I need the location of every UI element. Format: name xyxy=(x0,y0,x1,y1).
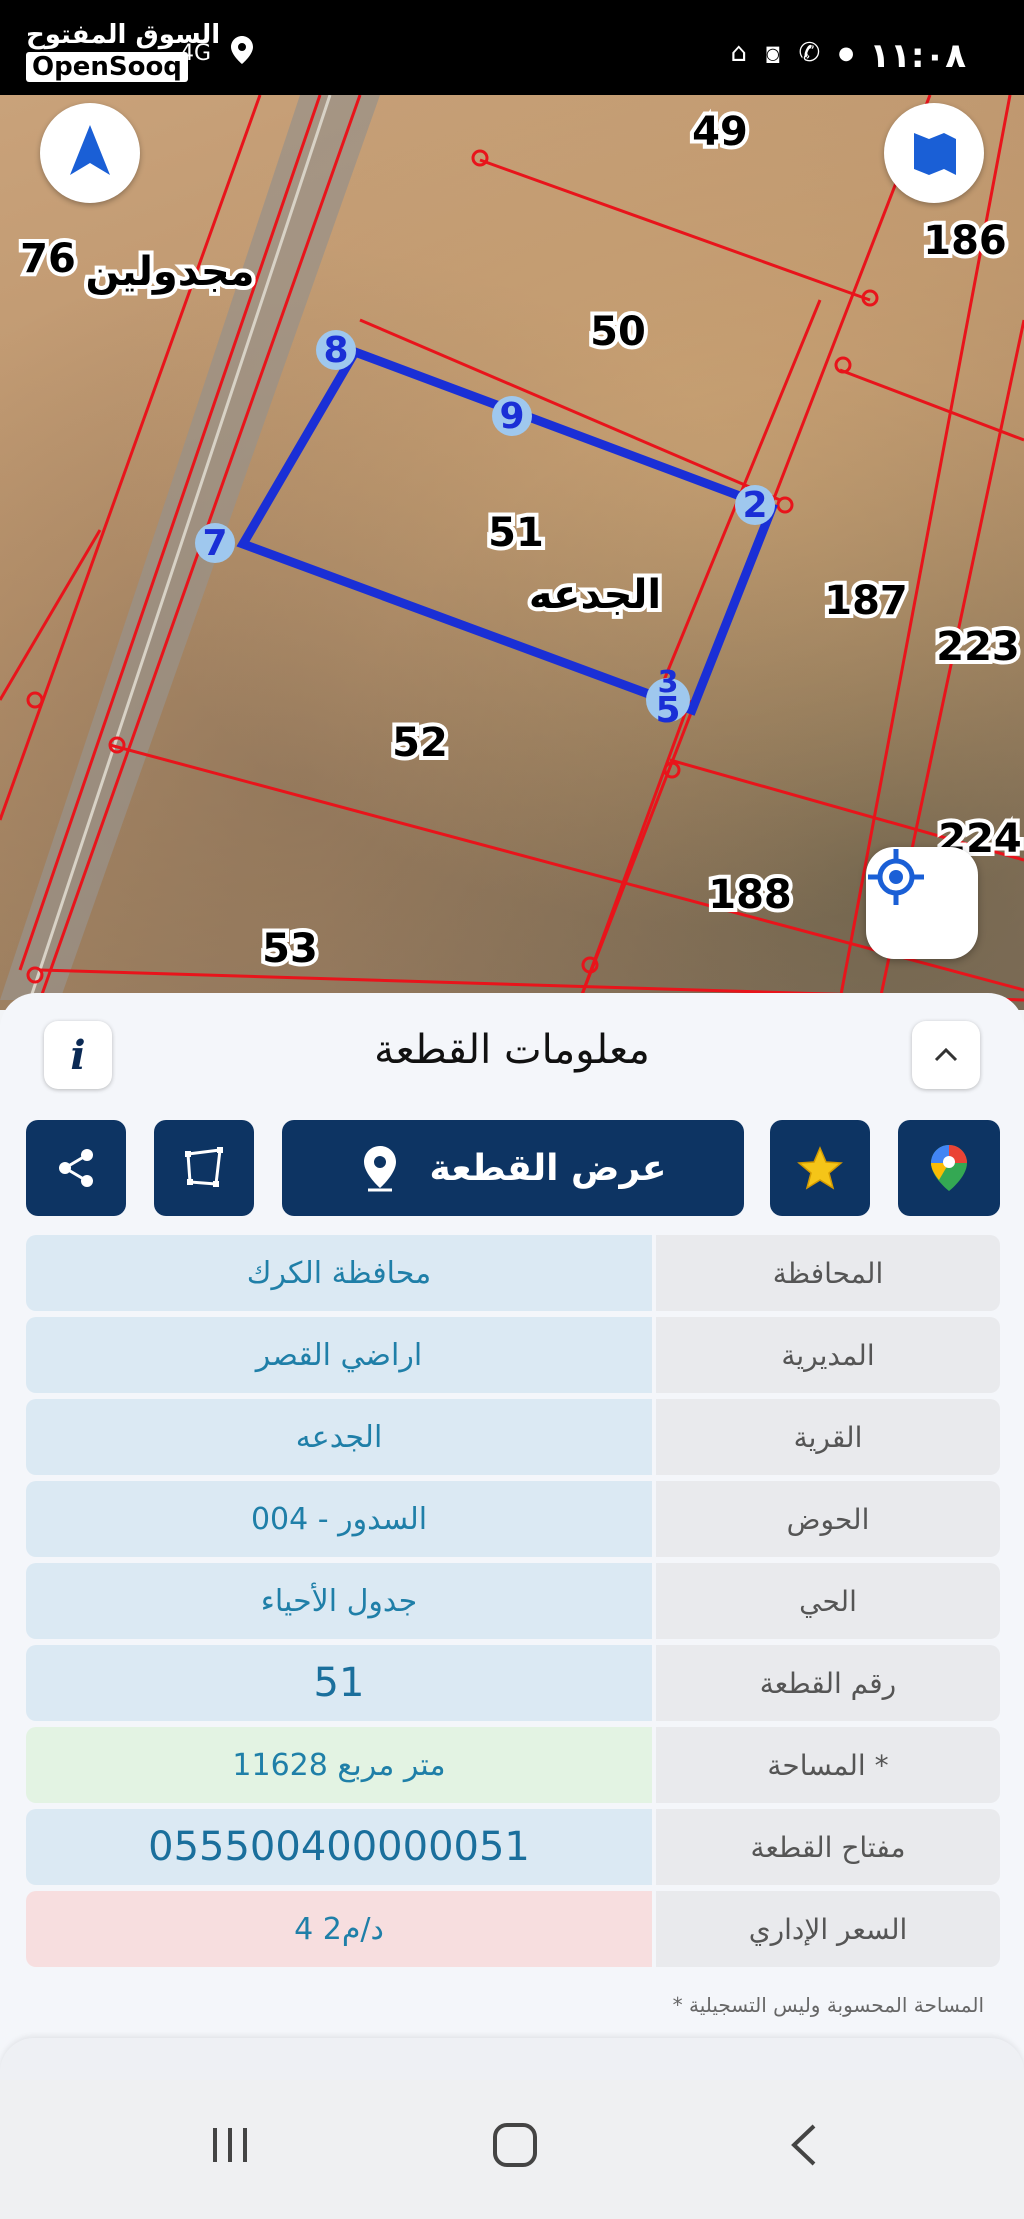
vertex-label: 8 xyxy=(323,330,348,371)
home-icon xyxy=(493,2123,537,2167)
whatsapp-icon: ✆ xyxy=(798,38,821,68)
north-compass-button[interactable] xyxy=(40,103,140,203)
collapse-button[interactable] xyxy=(912,1021,980,1089)
village-label: الجدعه xyxy=(529,572,661,618)
vertex-label: 9 xyxy=(499,396,524,437)
watermark-english: OpenSooq xyxy=(26,52,188,82)
parcel-number: 51 xyxy=(488,510,544,556)
share-icon xyxy=(59,1149,93,1187)
parcel-info-panel: i معلومات القطعة عرض القطعة محافظة الكرك… xyxy=(0,993,1024,2098)
parcel-number: 76 xyxy=(20,236,76,282)
my-location-button[interactable] xyxy=(866,847,978,959)
panel-title: معلومات القطعة xyxy=(374,1027,650,1073)
parcel-number: 188 xyxy=(708,872,792,918)
parcel-number: 52 xyxy=(392,720,448,766)
recent-apps-button[interactable] xyxy=(205,2120,255,2174)
opensooq-notification-icon: ◙ xyxy=(764,43,781,63)
opensooq-watermark: السوق المفتوح OpenSooq xyxy=(26,20,220,82)
row-basin: السدور - 004 الحوض xyxy=(26,1481,1000,1557)
row-neighborhood: جدول الأحياء الحي xyxy=(26,1563,1000,1639)
parcel-number: 186 xyxy=(923,218,1007,264)
watermark-arabic: السوق المفتوح xyxy=(26,20,221,50)
parcel-key-value: 055500400000051 xyxy=(26,1809,652,1885)
parcel-number: 50 xyxy=(590,309,646,355)
row-parcel-number: 51 رقم القطعة xyxy=(26,1645,1000,1721)
area-label: المساحة * xyxy=(656,1727,1000,1803)
satellite-map[interactable]: 8 9 2 7 3 5 76 49 50 186 51 187 223 52 2… xyxy=(0,95,1024,1010)
parcel-number: 49 xyxy=(692,109,748,155)
basin-label: الحوض xyxy=(656,1481,1000,1557)
boundary-vertex-markers: 8 9 2 7 3 5 xyxy=(195,330,775,731)
back-button[interactable] xyxy=(780,2120,830,2174)
map-layers-button[interactable] xyxy=(884,103,984,203)
favorite-button[interactable] xyxy=(770,1120,870,1216)
mosque-icon: ⌂ xyxy=(730,38,747,68)
vertex-label: 5 xyxy=(655,690,680,731)
status-clock: ١١:٠٨ xyxy=(869,36,966,76)
parcel-number: 223 xyxy=(936,624,1020,670)
neighborhood-value: جدول الأحياء xyxy=(26,1563,652,1639)
governorate-label: المحافظة xyxy=(656,1235,1000,1311)
back-icon xyxy=(791,2124,816,2166)
row-village: الجدعه القرية xyxy=(26,1399,1000,1475)
google-maps-icon xyxy=(931,1145,967,1191)
home-button[interactable] xyxy=(490,2120,540,2174)
navigation-arrow-icon xyxy=(70,125,110,175)
location-icon xyxy=(231,36,254,70)
chevron-up-icon xyxy=(934,1047,958,1062)
governorate-value: محافظة الكرك xyxy=(26,1235,652,1311)
parcel-number-value: 51 xyxy=(26,1645,652,1721)
measure-polygon-button[interactable] xyxy=(154,1120,254,1216)
row-admin-price: 4 د/م2 السعر الإداري xyxy=(26,1891,1000,1967)
vertex-label: 7 xyxy=(202,523,227,564)
parcel-number: 187 xyxy=(824,578,908,624)
show-parcel-button[interactable]: عرض القطعة xyxy=(282,1120,744,1216)
admin-price-value: 4 د/م2 xyxy=(26,1891,652,1967)
crosshair-icon xyxy=(868,849,924,905)
village-value: الجدعه xyxy=(26,1399,652,1475)
vertex-label: 2 xyxy=(742,485,767,526)
basin-value: السدور - 004 xyxy=(26,1481,652,1557)
neighborhood-label: الحي xyxy=(656,1563,1000,1639)
village-label: القرية xyxy=(656,1399,1000,1475)
location-pin-icon xyxy=(363,1146,396,1192)
google-maps-button[interactable] xyxy=(898,1120,1000,1216)
row-parcel-key: 055500400000051 مفتاح القطعة xyxy=(26,1809,1000,1885)
parcel-details-table: محافظة الكرك المحافظة اراضي القصر المدير… xyxy=(26,1235,1000,1973)
polygon-icon xyxy=(185,1147,223,1187)
area-label: مجدولين xyxy=(86,249,255,295)
parcel-number: 53 xyxy=(262,926,318,972)
action-bar: عرض القطعة xyxy=(26,1120,1000,1216)
star-icon xyxy=(797,1146,843,1190)
directorate-value: اراضي القصر xyxy=(26,1317,652,1393)
parcel-number-label: رقم القطعة xyxy=(656,1645,1000,1721)
show-parcel-label: عرض القطعة xyxy=(429,1147,667,1189)
admin-price-label: السعر الإداري xyxy=(656,1891,1000,1967)
area-footnote: * المساحة المحسوبة وليس التسجيلية xyxy=(672,1993,984,2017)
row-area: 11628 متر مربع المساحة * xyxy=(26,1727,1000,1803)
recent-apps-icon xyxy=(213,2128,247,2162)
area-value: 11628 متر مربع xyxy=(26,1727,652,1803)
dot-icon: ● xyxy=(838,42,854,64)
row-directorate: اراضي القصر المديرية xyxy=(26,1317,1000,1393)
map-layers-icon xyxy=(914,133,956,175)
system-navigation-bar xyxy=(0,2080,1024,2219)
row-governorate: محافظة الكرك المحافظة xyxy=(26,1235,1000,1311)
parcel-key-label: مفتاح القطعة xyxy=(656,1809,1000,1885)
share-button[interactable] xyxy=(26,1120,126,1216)
directorate-label: المديرية xyxy=(656,1317,1000,1393)
status-notification-icons: ⌂ ◙ ✆ ● xyxy=(730,38,854,68)
